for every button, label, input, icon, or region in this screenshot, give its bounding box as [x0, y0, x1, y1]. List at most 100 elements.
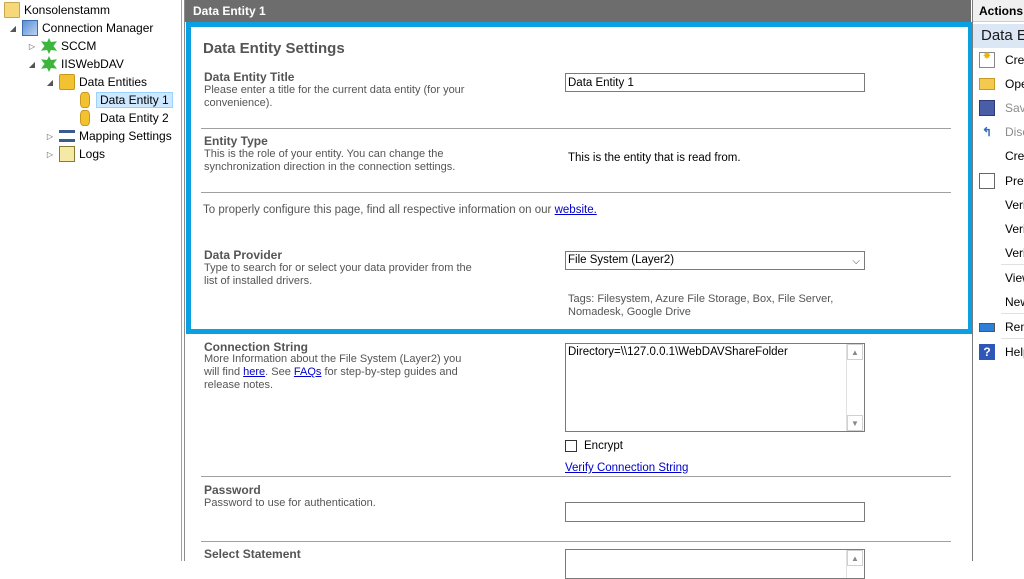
action-label: New — [1005, 295, 1024, 309]
action-label: Open — [1005, 77, 1024, 91]
action-label: Create — [1005, 149, 1024, 163]
blank-icon — [979, 245, 995, 261]
connection-string-description: More Information about the File System (… — [204, 353, 474, 392]
tree-item-label: Connection Manager — [42, 21, 154, 35]
data-entities-icon — [59, 74, 75, 90]
action-discard[interactable]: ↰ Discard — [973, 121, 1024, 143]
divider — [201, 476, 951, 477]
actions-group-title[interactable]: Data Entity 1 — [973, 24, 1024, 48]
entity-type-label: Entity Type — [204, 134, 268, 148]
info-text-body: To properly configure this page, find al… — [203, 204, 555, 216]
scroll-down-icon[interactable]: ▼ — [847, 415, 863, 431]
action-label: Discard — [1005, 125, 1024, 139]
preview-icon — [979, 173, 995, 189]
tree-item-data-entities[interactable]: ◢ Data Entities — [45, 73, 147, 91]
scroll-up-icon[interactable]: ▲ — [847, 550, 863, 566]
action-label: Preview — [1005, 174, 1024, 188]
action-verify-1[interactable]: Verify — [973, 194, 1024, 216]
action-label: Create — [1005, 53, 1024, 67]
action-verify-2[interactable]: Verify — [973, 218, 1024, 240]
action-preview[interactable]: Preview — [973, 170, 1024, 192]
vertical-scrollbar[interactable]: ▲ — [846, 550, 864, 578]
action-label: Help — [1005, 345, 1024, 359]
blank-icon — [979, 270, 995, 286]
encrypt-checkbox[interactable] — [565, 440, 577, 452]
verify-connection-string-link[interactable]: Verify Connection String — [565, 462, 688, 474]
tree-item-label: Data Entity 1 — [96, 92, 173, 108]
action-open[interactable]: Open — [973, 73, 1024, 95]
collapse-icon[interactable]: ◢ — [8, 24, 18, 33]
connection-string-value: Directory=\\127.0.0.1\WebDAVShareFolder — [568, 346, 788, 358]
tree-item-data-entity-1[interactable]: Data Entity 1 — [77, 91, 173, 109]
action-create[interactable]: ✸ Create — [973, 49, 1024, 71]
rename-icon — [979, 322, 995, 332]
action-separator — [1001, 313, 1024, 314]
divider — [201, 128, 951, 129]
action-verify-3[interactable]: Verify — [973, 242, 1024, 264]
actions-pane: Actions Data Entity 1 ✸ Create Open Save… — [972, 0, 1024, 561]
tree-item-iiswebdav[interactable]: ◢ IISWebDAV — [27, 55, 124, 73]
select-statement-textarea[interactable]: ▲ — [565, 549, 865, 579]
tree-item-konsolenstamm[interactable]: Konsolenstamm — [4, 1, 110, 19]
tree-item-data-entity-2[interactable]: Data Entity 2 — [77, 109, 169, 127]
data-provider-description: Type to search for or select your data p… — [204, 262, 472, 287]
password-input[interactable] — [565, 502, 865, 522]
desc-text: . See — [265, 366, 294, 378]
tree-item-label: Logs — [79, 147, 106, 161]
action-help[interactable]: ? Help — [973, 341, 1024, 363]
connection-manager-icon — [22, 20, 38, 36]
entity-title-input[interactable] — [565, 73, 865, 92]
data-provider-selected: File System (Layer2) — [568, 254, 675, 266]
tree-item-mapping-settings[interactable]: ▷ Mapping Settings — [45, 127, 172, 145]
expand-icon[interactable]: ▷ — [27, 42, 37, 51]
collapse-icon[interactable]: ◢ — [27, 60, 37, 69]
entity-title-description: Please enter a title for the current dat… — [204, 84, 465, 109]
action-create-2[interactable]: Create — [973, 145, 1024, 167]
encrypt-label: Encrypt — [584, 440, 623, 452]
select-statement-label: Select Statement — [204, 547, 301, 561]
chevron-down-icon[interactable]: ⌵ — [852, 253, 860, 270]
folder-icon — [4, 2, 20, 18]
connection-string-textarea[interactable]: Directory=\\127.0.0.1\WebDAVShareFolder … — [565, 343, 865, 432]
console-tree: Konsolenstamm ◢ Connection Manager ▷ SCC… — [0, 0, 182, 561]
password-description: Password to use for authentication. — [204, 497, 376, 509]
tree-item-logs[interactable]: ▷ Logs — [45, 145, 105, 163]
expand-icon[interactable]: ▷ — [45, 132, 55, 141]
here-link[interactable]: here — [243, 366, 265, 378]
blank-icon — [979, 294, 995, 310]
tree-item-label: Konsolenstamm — [24, 3, 111, 17]
database-icon — [80, 92, 90, 108]
tree-item-connection-manager[interactable]: ◢ Connection Manager — [8, 19, 153, 37]
database-icon — [80, 110, 90, 126]
tree-item-label: Mapping Settings — [79, 129, 172, 143]
section-title: Data Entity Settings — [203, 40, 345, 57]
action-separator — [1001, 338, 1024, 339]
entity-type-value: This is the entity that is read from. — [568, 152, 741, 164]
blank-icon — [979, 197, 995, 213]
scroll-up-icon[interactable]: ▲ — [847, 344, 863, 360]
action-view[interactable]: View — [973, 267, 1024, 289]
blank-icon — [979, 148, 995, 164]
tree-item-label: Data Entities — [79, 75, 148, 89]
help-icon: ? — [979, 344, 995, 360]
vertical-scrollbar[interactable]: ▲ ▼ — [846, 344, 864, 431]
expand-icon[interactable]: ▷ — [45, 150, 55, 159]
data-provider-select[interactable]: File System (Layer2) ⌵ — [565, 251, 865, 270]
tree-item-label: Data Entity 2 — [100, 111, 169, 125]
logs-icon — [59, 146, 75, 162]
action-label: Verify — [1005, 198, 1024, 212]
data-provider-label: Data Provider — [204, 248, 283, 262]
action-label: Verify — [1005, 246, 1024, 260]
faqs-link[interactable]: FAQs — [294, 366, 322, 378]
action-save[interactable]: Save — [973, 97, 1024, 119]
entity-title-label: Data Entity Title — [204, 70, 295, 84]
action-rename[interactable]: Rename — [973, 316, 1024, 338]
password-label: Password — [204, 483, 261, 497]
connector-icon — [41, 56, 57, 72]
collapse-icon[interactable]: ◢ — [45, 78, 55, 87]
action-new[interactable]: New — [973, 291, 1024, 313]
website-link[interactable]: website. — [555, 204, 597, 216]
new-icon: ✸ — [979, 52, 995, 68]
tree-item-sccm[interactable]: ▷ SCCM — [27, 37, 96, 55]
action-label: Save — [1005, 101, 1024, 115]
